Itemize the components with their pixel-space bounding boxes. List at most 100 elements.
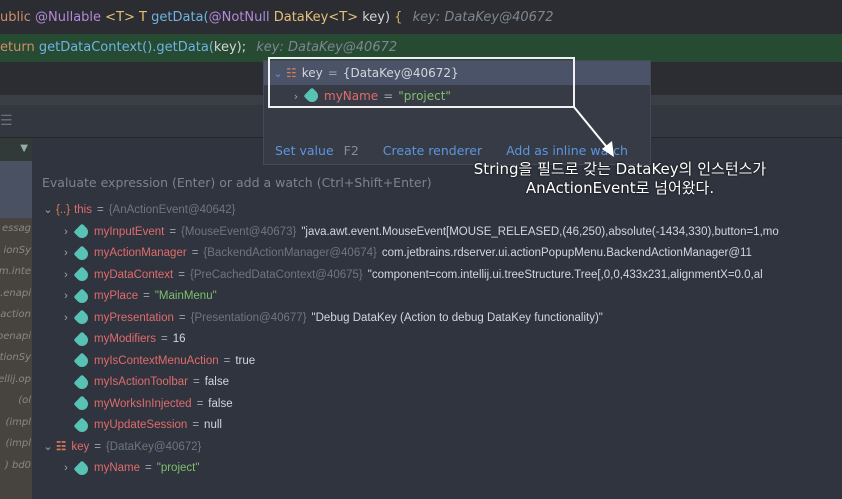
frame-item[interactable]: m.inte bbox=[0, 261, 32, 283]
field-icon bbox=[73, 223, 91, 241]
field-icon bbox=[73, 288, 91, 306]
code-line-return: eturn getDataContext().getData(key); key… bbox=[0, 40, 397, 55]
chevron-right-icon[interactable]: › bbox=[58, 243, 74, 264]
chevron-right-icon[interactable]: › bbox=[58, 222, 74, 243]
frame-item[interactable]: tionSy bbox=[0, 347, 32, 369]
chevron-right-icon[interactable]: › bbox=[58, 265, 74, 286]
variable-key-myName[interactable]: › myName = "project" bbox=[40, 458, 840, 480]
var-ref: {Presentation@40677} bbox=[190, 311, 307, 324]
frame-item[interactable]: ellij.op bbox=[0, 369, 32, 391]
frame-item[interactable]: penapi bbox=[0, 326, 32, 348]
field-icon bbox=[73, 460, 91, 478]
field-icon bbox=[73, 266, 91, 284]
var-name: myIsActionToolbar bbox=[94, 376, 188, 389]
var-name: key bbox=[71, 440, 90, 453]
var-name: myPresentation bbox=[94, 311, 174, 324]
frame-item[interactable]: ol) bbox=[0, 390, 32, 412]
code-line-signature: ublic @Nullable <T> T getData(@NotNull D… bbox=[0, 10, 553, 25]
var-name: myPlace bbox=[94, 290, 139, 303]
var-name: myModifiers bbox=[94, 333, 156, 346]
variable-field[interactable]: › myActionManager = {BackendActionManager@4… bbox=[40, 243, 840, 265]
variable-field[interactable]: › myDataContext = {PreCachedDataContext@406… bbox=[40, 265, 840, 287]
var-name: myDataContext bbox=[94, 268, 174, 281]
var-name: myInputEvent bbox=[94, 225, 165, 238]
var-value: "Debug DataKey (Action to debug DataKey … bbox=[311, 311, 603, 324]
frame-item[interactable]: impl) bbox=[0, 433, 32, 455]
variables-tree: ⌄ {..} this = {AnActionEvent@40642} › myInp… bbox=[40, 200, 840, 480]
var-ref: {AnActionEvent@40642} bbox=[108, 204, 236, 217]
return-type: T bbox=[139, 10, 147, 25]
variable-field[interactable]: › myPresentation = {Presentation@40677} "Deb… bbox=[40, 308, 840, 330]
type-param: <T> bbox=[105, 10, 135, 25]
highlight-box bbox=[268, 57, 575, 108]
var-value: "MainMenu" bbox=[154, 290, 217, 303]
var-ref: {PreCachedDataContext@40675} bbox=[189, 268, 363, 281]
field-icon bbox=[73, 245, 91, 263]
var-value: 16 bbox=[172, 333, 186, 346]
frame-item[interactable]: bd0 ( bbox=[0, 455, 32, 477]
variable-field[interactable]: myWorksInInjected = false bbox=[40, 394, 840, 416]
chevron-right-icon[interactable]: › bbox=[58, 458, 74, 479]
field-icon bbox=[73, 374, 91, 392]
chevron-down-icon[interactable]: ⌄ bbox=[40, 200, 56, 221]
variable-field[interactable]: myIsContextMenuAction = true bbox=[40, 351, 840, 373]
variable-field[interactable]: myModifiers = 16 bbox=[40, 329, 840, 351]
param-type: DataKey<T> bbox=[273, 10, 359, 25]
variable-key[interactable]: ⌄ ☷ key = {DataKey@40672} bbox=[40, 437, 840, 459]
object-icon: {..} bbox=[56, 204, 71, 217]
variable-field[interactable]: myIsActionToolbar = false bbox=[40, 372, 840, 394]
var-name: this bbox=[74, 204, 92, 217]
frame-item[interactable]: ionSy bbox=[0, 240, 32, 262]
var-value: "java.awt.event.MouseEvent[MOUSE_RELEASE… bbox=[301, 225, 779, 238]
var-value: "project" bbox=[156, 462, 200, 475]
set-value-link[interactable]: Set value bbox=[275, 143, 334, 158]
variable-field[interactable]: › myPlace = "MainMenu" bbox=[40, 286, 840, 308]
var-name: myName bbox=[94, 462, 141, 475]
variable-this[interactable]: ⌄ {..} this = {AnActionEvent@40642} bbox=[40, 200, 840, 222]
method-name: getData( bbox=[151, 10, 209, 25]
var-value: false bbox=[208, 397, 233, 410]
shortcut-label: F2 bbox=[343, 143, 359, 158]
arrow-icon bbox=[573, 106, 614, 157]
var-value: "component=com.intellij.ui.treeStructure… bbox=[367, 268, 763, 281]
variable-field[interactable]: › myInputEvent = {MouseEvent@40673} "java.aw… bbox=[40, 222, 840, 244]
frames-list[interactable]: ▼ essag ionSy m.inte enapi. action penap… bbox=[0, 138, 32, 499]
param: key) bbox=[362, 10, 391, 25]
var-value: com.jetbrains.rdserver.ui.actionPopupMen… bbox=[381, 247, 752, 260]
var-name: myIsContextMenuAction bbox=[94, 354, 219, 367]
annotation-line: String을 필드로 갖는 DataKey의 인스턴스가 bbox=[473, 160, 767, 178]
var-name: myActionManager bbox=[94, 247, 187, 260]
var-value: false bbox=[204, 376, 229, 389]
chevron-right-icon[interactable]: › bbox=[58, 308, 74, 329]
annotation-note: String을 필드로 갖는 DataKey의 인스턴스가 AnActionEv… bbox=[420, 160, 820, 198]
method-call: getDataContext().getData( bbox=[38, 40, 214, 55]
selected-frame[interactable] bbox=[0, 161, 32, 218]
var-name: myWorksInInjected bbox=[94, 397, 192, 410]
inline-value-hint: key: DataKey@40672 bbox=[256, 40, 398, 55]
variable-field[interactable]: myUpdateSession = null bbox=[40, 415, 840, 437]
create-renderer-link[interactable]: Create renderer bbox=[383, 143, 482, 158]
frame-item[interactable]: essag bbox=[0, 218, 32, 240]
frame-item[interactable]: enapi. bbox=[0, 283, 32, 305]
field-icon bbox=[73, 309, 91, 327]
frame-item[interactable]: impl) bbox=[0, 412, 32, 434]
var-ref: {DataKey@40672} bbox=[105, 440, 202, 453]
var-value: true bbox=[235, 354, 256, 367]
var-name: myUpdateSession bbox=[94, 419, 188, 432]
list-icon[interactable]: ☰ bbox=[0, 113, 13, 129]
thread-selector[interactable]: ▼ bbox=[0, 138, 32, 161]
keyword: eturn bbox=[0, 40, 35, 55]
parameter-icon: ☷ bbox=[56, 440, 67, 453]
field-icon bbox=[73, 331, 91, 349]
chevron-right-icon[interactable]: › bbox=[58, 286, 74, 307]
frame-item[interactable]: action bbox=[0, 304, 32, 326]
brace: { bbox=[394, 10, 403, 25]
var-ref: {MouseEvent@40673} bbox=[181, 225, 297, 238]
field-icon bbox=[73, 417, 91, 435]
keyword: ublic bbox=[0, 10, 31, 25]
annotation: @Nullable bbox=[35, 10, 102, 25]
argument: key); bbox=[213, 40, 247, 55]
field-icon bbox=[73, 352, 91, 370]
chevron-down-icon[interactable]: ⌄ bbox=[40, 437, 56, 458]
annotation-line: AnActionEvent로 넘어왔다. bbox=[525, 179, 715, 197]
